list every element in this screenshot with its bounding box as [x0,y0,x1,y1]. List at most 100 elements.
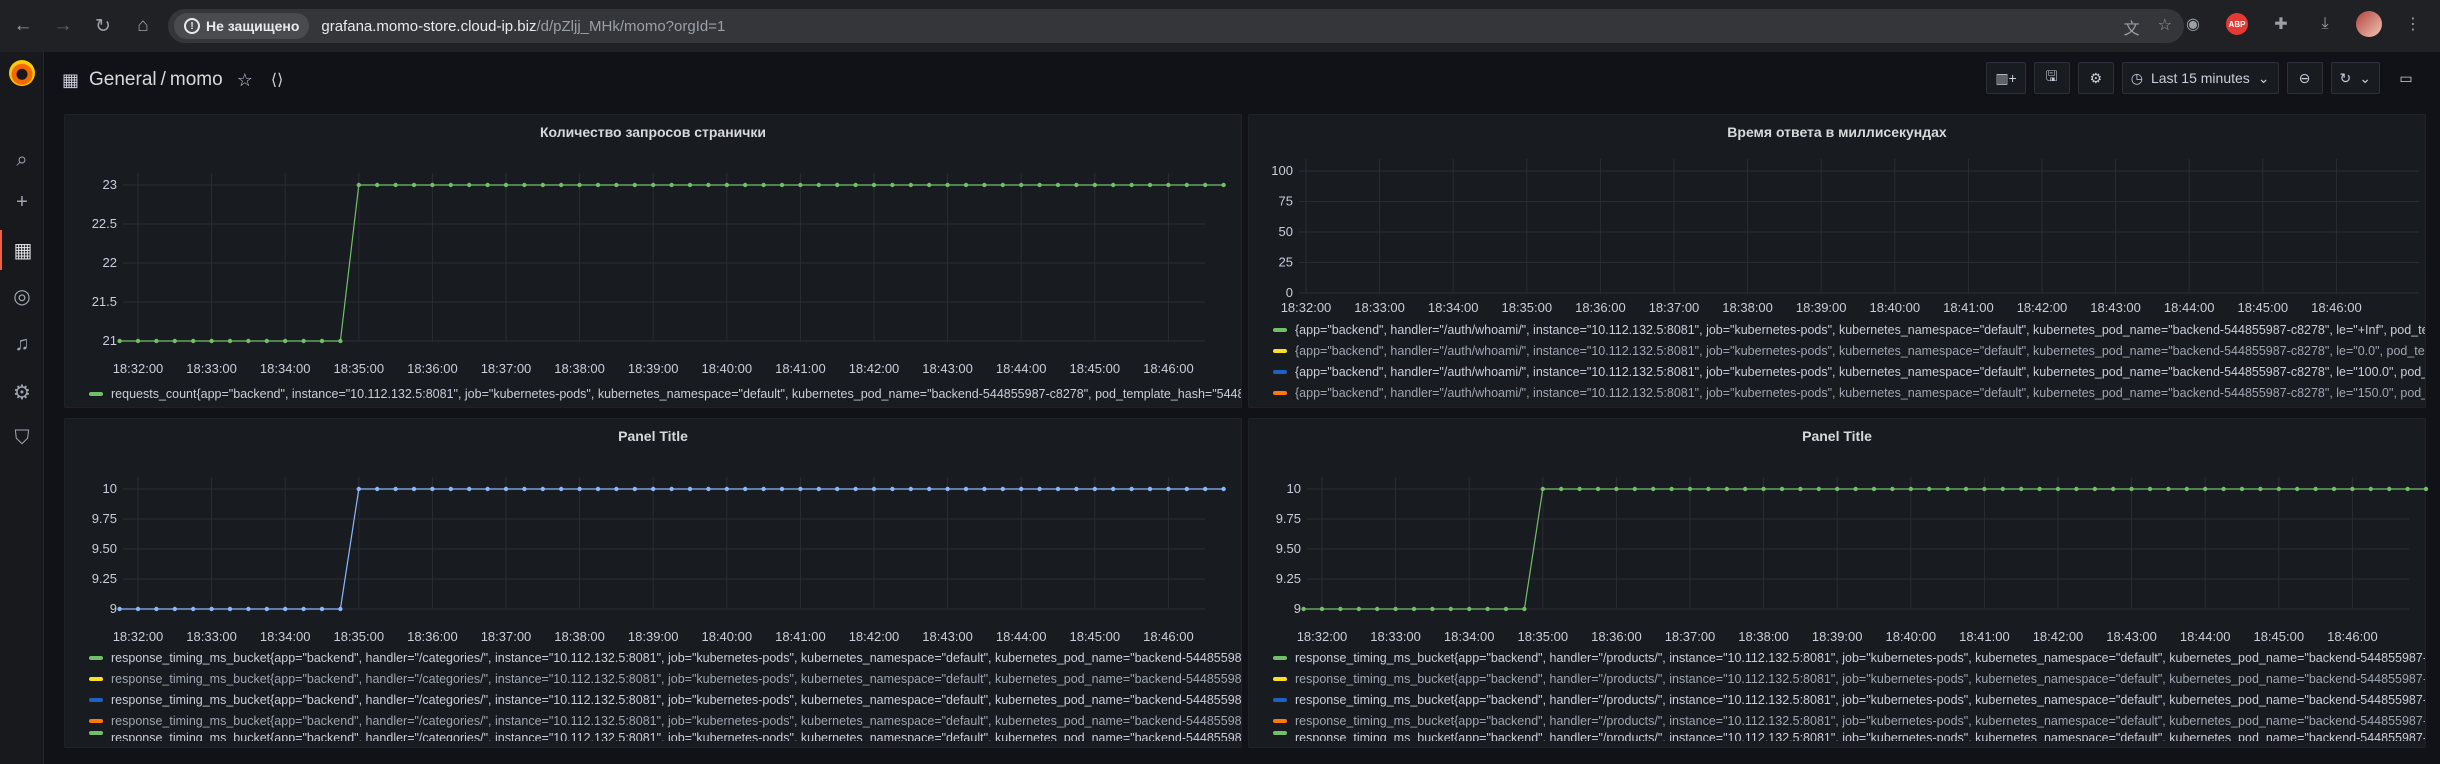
browser-menu-icon[interactable]: ⋮ [2398,9,2428,39]
data-point [2368,486,2373,492]
panel-response-time[interactable]: Время ответа в миллисекундах 0 25 50 75 100 1… [1248,114,2426,408]
extensions-puzzle-icon[interactable]: ✚ [2266,9,2296,39]
legend-item[interactable]: response_timing_ms_bucket{app="backend",… [89,710,1241,731]
favorite-star-icon[interactable]: ☆ [237,70,253,91]
search-icon[interactable]: ⌕ [0,140,44,180]
reload-icon[interactable]: ↻ [86,9,120,43]
data-point [1074,486,1079,492]
data-point [2313,486,2318,492]
legend-item[interactable]: response_timing_ms_bucket{app="backend",… [89,731,1241,741]
legend-swatch [89,655,103,660]
data-point [1092,182,1098,188]
refresh-button[interactable]: ↻ ⌄ [2330,62,2380,94]
server-admin-shield-icon[interactable]: ⛉ [0,418,44,458]
data-point [1393,606,1398,612]
home-icon[interactable]: ⌂ [126,9,160,43]
adblock-extension-icon[interactable]: ABP [2222,9,2252,39]
forward-icon[interactable]: → [46,9,80,43]
data-point [246,606,251,612]
panel-products-timing[interactable]: Panel Title 9 9.25 9.50 9.75 10 18:32:00 18:33… [1248,418,2429,748]
zoom-out-button[interactable]: ⊖ [2286,62,2323,94]
data-point [1559,486,1564,492]
bookmark-star-icon[interactable]: ☆ [2158,15,2172,39]
y-tick-label: 21 [103,333,117,348]
data-point [2092,486,2097,492]
data-point [1522,606,1527,612]
data-point [669,486,674,492]
configuration-gear-icon[interactable]: ⚙ [0,372,44,412]
data-point [411,486,417,492]
data-point [577,182,582,188]
legend-swatch [89,391,103,396]
breadcrumb-dashboard[interactable]: momo [170,69,223,90]
legend-item[interactable]: response_timing_ms_bucket{app="backend",… [89,689,1241,710]
dashboards-icon[interactable]: ▦ [0,230,44,270]
data-point [448,182,453,188]
x-tick-label: 18:41:00 [1943,300,1994,315]
panel-requests-count[interactable]: Количество запросов странички 21 21.5 22 22… [64,114,1242,408]
data-point [1000,182,1005,188]
legend-swatch [1273,718,1287,723]
legend-item[interactable]: {app="backend", handler="/auth/whoami/",… [1273,382,2425,403]
data-point [927,182,932,188]
x-tick-label: 18:42:00 [2017,300,2068,315]
warning-icon: ! [184,18,200,34]
legend-label: response_timing_ms_bucket{app="backend",… [1295,713,2425,728]
plus-icon[interactable]: + [0,182,44,222]
x-tick-label: 18:43:00 [2090,300,2141,315]
data-point [375,182,380,188]
download-icon[interactable]: ⤓ [2310,9,2340,39]
legend-item[interactable]: {app="backend", handler="/auth/whoami/",… [1273,340,2425,361]
tv-mode-button[interactable]: ▭ [2388,62,2424,94]
add-panel-button[interactable]: ▥+ [1986,62,2026,94]
breadcrumb[interactable]: General / momo [89,69,223,91]
legend-item[interactable]: response_timing_ms_bucket{app="backend",… [1273,647,2425,668]
panel-categories-timing[interactable]: Panel Title 9 9.25 9.50 9.75 10 18:32:00 18:33… [64,418,1242,748]
data-point [982,182,987,188]
data-point [1963,486,1969,492]
legend-item[interactable]: response_timing_ms_bucket{app="backend",… [1273,689,2425,710]
legend-swatch [1273,655,1287,660]
explore-compass-icon[interactable]: ◎ [0,276,44,316]
translate-icon[interactable]: 文 [2124,15,2140,39]
not-secure-label: Не защищено [206,18,300,34]
x-tick-label: 18:35:00 [333,361,384,376]
breadcrumb-folder[interactable]: General [89,69,157,90]
legend-item[interactable]: response_timing_ms_bucket{app="backend",… [1273,710,2425,731]
profile-avatar[interactable] [2354,9,2384,39]
incognito-extension-icon[interactable]: ◉ [2178,9,2208,39]
save-dashboard-button[interactable]: 🖫 [2033,62,2070,94]
data-point [522,486,527,492]
x-tick-label: 18:41:00 [775,629,826,644]
y-tick-label: 9 [1294,601,1301,616]
grafana-logo-icon[interactable] [9,60,35,86]
data-point [246,338,251,344]
legend-item[interactable]: response_timing_ms_bucket{app="backend",… [89,647,1241,668]
legend-item[interactable]: response_timing_ms_bucket{app="backend",… [89,668,1241,689]
data-point [798,486,803,492]
data-point [227,338,233,344]
data-point [1019,182,1024,188]
data-point [614,182,619,188]
legend-item[interactable]: response_timing_ms_bucket{app="backend",… [1273,668,2425,689]
dashboard-settings-button[interactable]: ⚙ [2077,62,2114,94]
data-point [191,338,196,344]
data-point [706,182,711,188]
legend-item[interactable]: requests_count{app="backend", instance="… [89,383,1241,404]
legend-item[interactable]: {app="backend", handler="/auth/whoami/",… [1273,361,2425,382]
legend-item[interactable]: {app="backend", handler="/auth/whoami/",… [1273,319,2425,340]
data-point [1467,606,1472,612]
x-tick-label: 18:40:00 [1869,300,1920,315]
time-picker-button[interactable]: ◷ Last 15 minutes ⌄ [2121,62,2279,94]
back-icon[interactable]: ← [6,9,40,43]
x-tick-label: 18:42:00 [2033,629,2084,644]
data-point [117,338,122,344]
address-bar[interactable]: ! Не защищено grafana.momo-store.cloud-i… [168,9,2184,43]
alerting-bell-icon[interactable]: ♫ [0,324,44,364]
security-chip[interactable]: ! Не защищено [174,13,310,39]
data-point [1184,182,1190,188]
share-icon[interactable]: ⟨⟩ [271,70,283,90]
data-point [2221,486,2226,492]
data-point [191,606,196,612]
legend-item[interactable]: response_timing_ms_bucket{app="backend",… [1273,731,2425,741]
